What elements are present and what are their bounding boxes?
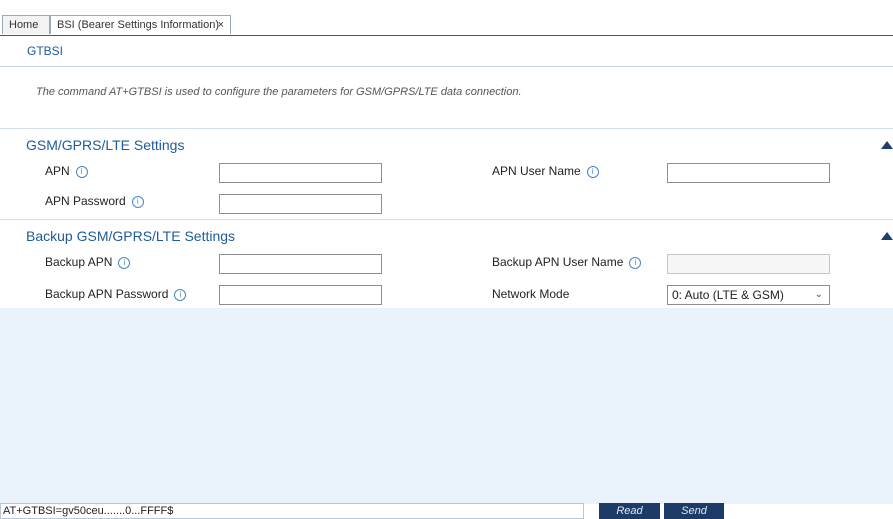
network-mode-select[interactable]: 0: Auto (LTE & GSM) ⌄ <box>667 285 830 305</box>
apn-user-name-label: APN User Name i <box>492 164 599 178</box>
apn-input[interactable] <box>219 163 382 183</box>
send-button[interactable]: Send <box>664 503 724 519</box>
info-icon[interactable]: i <box>174 289 187 301</box>
apn-password-input[interactable] <box>219 194 382 214</box>
info-icon[interactable]: i <box>131 196 144 208</box>
chevron-down-icon: ⌄ <box>814 289 823 300</box>
tab-bsi-label: BSI (Bearer Settings Information) <box>57 19 220 31</box>
section-title-backup: Backup GSM/GPRS/LTE Settings <box>26 228 236 244</box>
backup-apn-label: Backup APN i <box>45 255 131 269</box>
section-divider <box>0 128 893 130</box>
info-icon[interactable]: i <box>586 166 599 178</box>
page-header: GTBSI <box>0 36 893 67</box>
backup-apn-user-name-label: Backup APN User Name i <box>492 255 642 269</box>
collapse-up-icon[interactable] <box>881 141 893 149</box>
apn-label: APN i <box>45 164 88 178</box>
page-description: The command AT+GTBSI is used to configur… <box>36 86 522 98</box>
command-input[interactable]: AT+GTBSI=gv50ceu.......0...FFFF$ <box>0 503 584 519</box>
info-icon[interactable]: i <box>118 257 131 269</box>
network-mode-label: Network Mode <box>492 287 570 301</box>
backup-apn-password-input[interactable] <box>219 285 382 305</box>
close-icon[interactable]: × <box>218 16 224 35</box>
info-icon[interactable]: i <box>629 257 642 269</box>
section-divider <box>0 219 893 221</box>
read-button[interactable]: Read <box>599 503 660 519</box>
response-panel <box>0 308 893 504</box>
backup-apn-password-label: Backup APN Password i <box>45 287 187 301</box>
backup-apn-user-name-input[interactable] <box>667 254 830 274</box>
page-title: GTBSI <box>27 44 64 58</box>
tab-home[interactable]: Home <box>2 15 50 34</box>
network-mode-value: 0: Auto (LTE & GSM) <box>672 288 784 302</box>
apn-user-name-input[interactable] <box>667 163 830 183</box>
info-icon[interactable]: i <box>75 166 88 178</box>
backup-apn-input[interactable] <box>219 254 382 274</box>
section-title-gsm: GSM/GPRS/LTE Settings <box>26 137 185 153</box>
tab-bar: Home BSI (Bearer Settings Information) × <box>0 14 893 36</box>
collapse-up-icon[interactable] <box>881 232 893 240</box>
tab-bsi[interactable]: BSI (Bearer Settings Information) × <box>50 15 231 34</box>
apn-password-label: APN Password i <box>45 194 144 208</box>
